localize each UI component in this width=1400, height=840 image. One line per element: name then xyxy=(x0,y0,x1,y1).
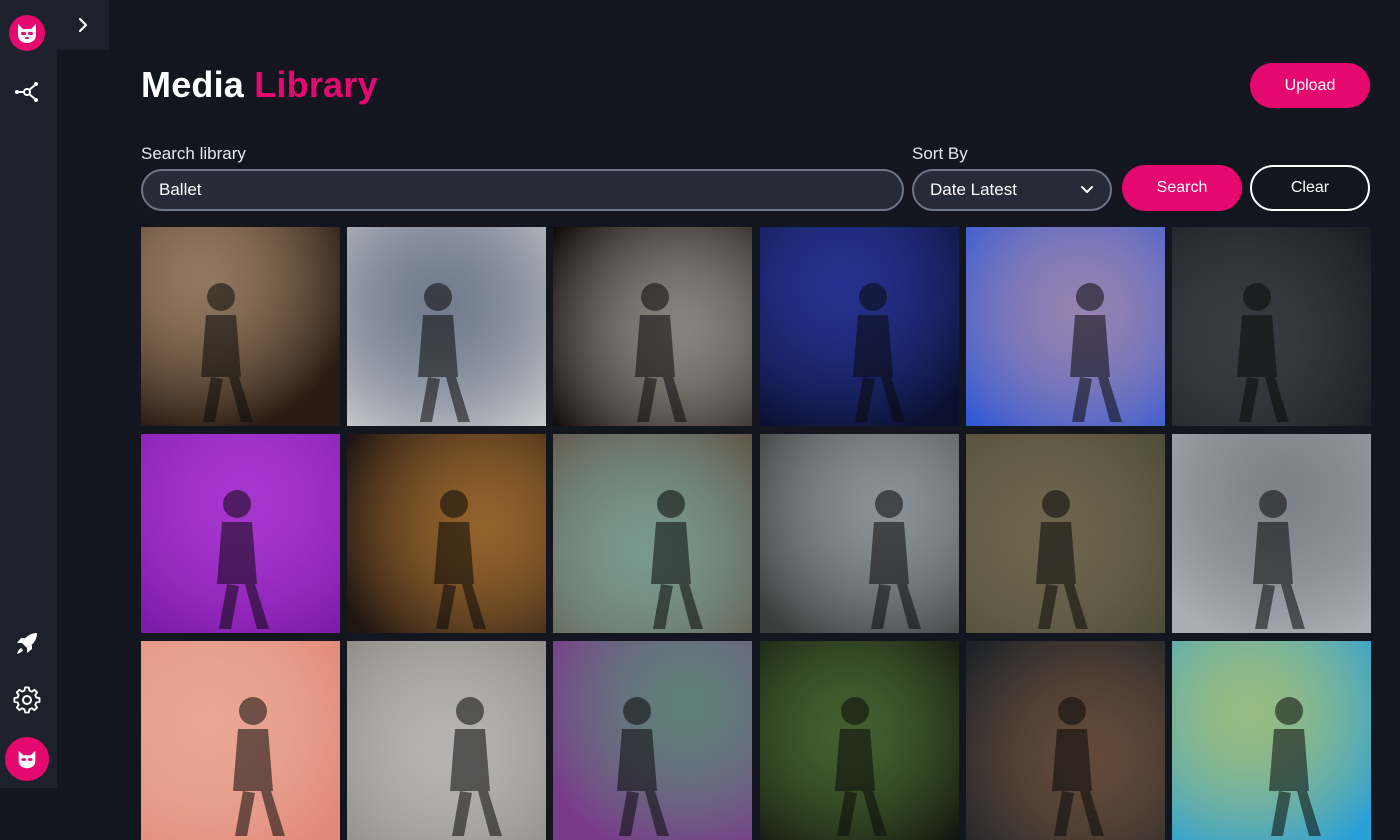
network-icon xyxy=(15,82,38,102)
page-title-main: Media xyxy=(141,64,245,105)
media-thumbnail xyxy=(553,641,753,840)
media-tile[interactable] xyxy=(553,227,753,426)
media-tile[interactable] xyxy=(141,227,340,426)
settings-nav-button[interactable] xyxy=(12,685,42,715)
expand-sidebar-button[interactable] xyxy=(57,0,109,50)
media-thumbnail xyxy=(141,434,340,633)
media-tile[interactable] xyxy=(347,434,547,633)
rocket-icon xyxy=(17,633,37,654)
media-thumbnail xyxy=(1171,434,1371,633)
avatar-icon xyxy=(18,750,36,769)
page-title: Media Library xyxy=(141,64,378,106)
media-tile[interactable] xyxy=(1171,434,1371,633)
clear-button[interactable]: Clear xyxy=(1250,165,1370,211)
media-tile[interactable] xyxy=(965,641,1165,840)
app-logo[interactable] xyxy=(9,15,45,51)
media-tile[interactable] xyxy=(1171,641,1371,840)
media-tile[interactable] xyxy=(141,434,340,633)
media-tile[interactable] xyxy=(553,641,753,840)
media-thumbnail xyxy=(141,227,340,426)
media-tile[interactable] xyxy=(347,641,547,840)
media-thumbnail xyxy=(965,641,1165,840)
chevron-right-icon xyxy=(78,17,88,33)
upload-button[interactable]: Upload xyxy=(1250,63,1370,108)
media-tile[interactable] xyxy=(965,434,1165,633)
media-thumbnail xyxy=(347,641,547,840)
page-title-accent: Library xyxy=(254,64,378,105)
media-tile[interactable] xyxy=(141,641,340,840)
media-thumbnail xyxy=(553,434,753,633)
network-nav-button[interactable] xyxy=(12,76,42,106)
media-tile[interactable] xyxy=(965,227,1165,426)
media-thumbnail xyxy=(1171,227,1371,426)
user-avatar[interactable] xyxy=(5,737,49,781)
search-button[interactable]: Search xyxy=(1122,165,1242,211)
media-thumbnail xyxy=(759,434,959,633)
media-tile[interactable] xyxy=(347,227,547,426)
media-thumbnail xyxy=(965,227,1165,426)
media-tile[interactable] xyxy=(759,227,959,426)
sort-select[interactable]: Date Latest xyxy=(912,169,1112,211)
media-thumbnail xyxy=(965,434,1165,633)
media-grid xyxy=(141,227,1371,840)
search-input[interactable] xyxy=(141,169,904,211)
media-thumbnail xyxy=(759,227,959,426)
sidebar-rail xyxy=(0,0,57,788)
media-thumbnail xyxy=(759,641,959,840)
gear-icon xyxy=(13,686,41,714)
app-logo-icon xyxy=(18,24,36,43)
sort-select-value: Date Latest xyxy=(930,180,1017,199)
chevron-down-icon xyxy=(1081,186,1093,193)
media-tile[interactable] xyxy=(759,434,959,633)
media-tile[interactable] xyxy=(1171,227,1371,426)
media-tile[interactable] xyxy=(759,641,959,840)
media-thumbnail xyxy=(1171,641,1371,840)
search-label: Search library xyxy=(141,144,246,163)
rocket-nav-button[interactable] xyxy=(12,628,42,658)
media-thumbnail xyxy=(347,227,547,426)
media-thumbnail xyxy=(141,641,340,840)
sort-label: Sort By xyxy=(912,144,968,163)
media-thumbnail xyxy=(553,227,753,426)
media-tile[interactable] xyxy=(553,434,753,633)
media-thumbnail xyxy=(347,434,547,633)
